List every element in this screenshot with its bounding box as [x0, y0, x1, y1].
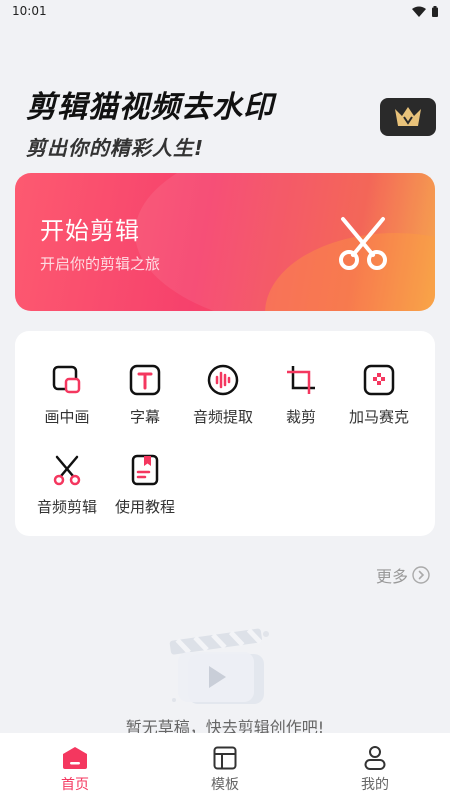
vip-button[interactable]	[380, 98, 436, 136]
nav-home[interactable]: 首页	[0, 733, 150, 800]
battery-icon	[432, 5, 438, 17]
tool-picture-in-picture[interactable]: 画中画	[27, 364, 107, 444]
tool-subtitle[interactable]: 字幕	[105, 364, 185, 444]
chevron-right-circle-icon	[412, 566, 430, 584]
start-editing-title: 开始剪辑	[40, 217, 140, 245]
crop-icon	[287, 366, 315, 394]
tool-label: 加马赛克	[348, 408, 409, 426]
status-time: 10:01	[12, 4, 47, 18]
audio-extract-icon	[207, 364, 239, 396]
text-icon	[129, 364, 161, 396]
empty-drafts-illustration	[169, 628, 269, 704]
tool-audio-edit[interactable]: 音频剪辑	[27, 454, 107, 534]
header: 剪辑猫视频去水印 剪出你的精彩人生!	[26, 82, 274, 161]
tool-label: 字幕	[129, 408, 160, 426]
tool-label: 音频提取	[192, 408, 253, 426]
more-link[interactable]: 更多	[376, 563, 430, 587]
scissors-icon	[53, 455, 81, 486]
start-editing-card[interactable]: 开始剪辑 开启你的剪辑之旅	[15, 173, 435, 311]
tool-tutorial[interactable]: 使用教程	[105, 454, 185, 534]
more-label: 更多	[376, 567, 409, 586]
nav-label: 模板	[211, 777, 239, 793]
nav-profile[interactable]: 我的	[300, 733, 450, 800]
mosaic-icon	[363, 364, 395, 396]
app-title: 剪辑猫视频去水印	[26, 90, 274, 125]
nav-label: 首页	[61, 777, 89, 793]
tool-mosaic[interactable]: 加马赛克	[339, 364, 419, 444]
start-editing-subtitle: 开启你的剪辑之旅	[40, 255, 161, 273]
template-icon	[213, 746, 237, 770]
tool-audio-extract[interactable]: 音频提取	[183, 364, 263, 444]
status-bar: 10:01	[0, 0, 450, 22]
tutorial-icon	[131, 454, 159, 486]
nav-label: 我的	[361, 777, 389, 793]
home-icon	[63, 747, 87, 769]
bottom-nav: 首页 模板 我的	[0, 733, 450, 800]
crown-icon	[395, 107, 421, 126]
nav-template[interactable]: 模板	[150, 733, 300, 800]
app-subtitle: 剪出你的精彩人生!	[26, 136, 205, 160]
tool-label: 画中画	[44, 408, 90, 426]
tool-crop[interactable]: 裁剪	[261, 364, 341, 444]
tool-label: 裁剪	[285, 408, 316, 426]
scissors-icon	[339, 217, 387, 270]
tools-panel: 画中画 字幕 音频提取 裁剪 加马赛克 音频剪辑 使用教程	[15, 331, 435, 536]
tool-label: 使用教程	[114, 498, 175, 516]
status-icons	[412, 5, 438, 17]
profile-icon	[364, 746, 386, 770]
picture-in-picture-icon	[52, 365, 81, 394]
wifi-icon	[412, 6, 426, 17]
tool-label: 音频剪辑	[36, 498, 97, 516]
